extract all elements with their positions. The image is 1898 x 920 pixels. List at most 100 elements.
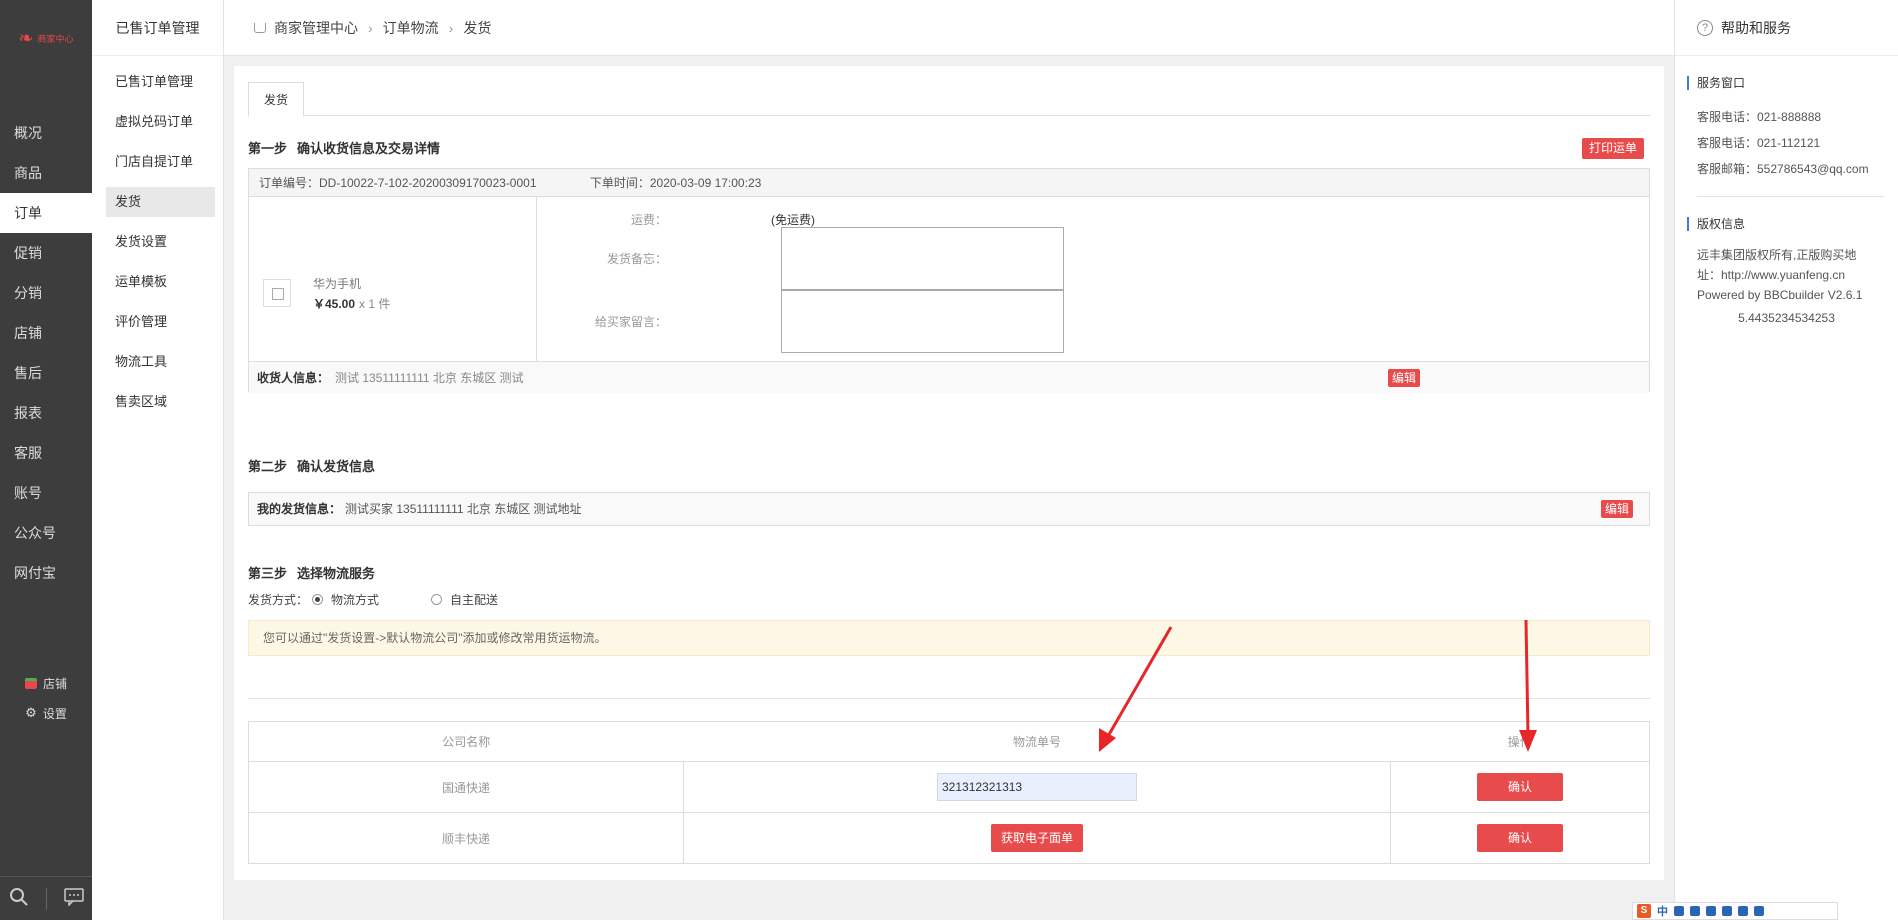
home-icon[interactable] [254,22,266,33]
nav-item-account[interactable]: 账号 [0,473,92,513]
message-textarea[interactable] [781,290,1064,353]
copyright-line-1: 远丰集团版权所有,正版购买地 [1697,248,1857,262]
service-email: 客服邮箱：552786543@qq.com [1697,162,1869,176]
receiver-value: 测试 13511111111 北京 东城区 测试 [335,371,524,385]
tracking-cell: 获取电子面单 [683,812,1391,864]
nav-item-customer-service[interactable]: 客服 [0,433,92,473]
tracking-cell: 321312321313 [683,761,1391,813]
search-icon[interactable] [9,887,29,910]
logo[interactable]: ❧ 商家中心 [0,0,92,76]
service-phone-2: 客服电话：021-112121 [1697,136,1821,150]
table-row: 国通快递 321312321313 确认 [248,761,1650,813]
nav-shop-link[interactable]: 店铺 [0,668,92,698]
nav-item-official-account[interactable]: 公众号 [0,513,92,553]
table-row: 顺丰快递 获取电子面单 确认 [248,812,1650,864]
delivery-method-label: 发货方式： [248,593,309,607]
logistics-notice: 您可以通过"发货设置->默认物流公司"添加或修改常用货运物流。 [248,620,1650,656]
edit-sender-button[interactable]: 编辑 [1601,500,1633,518]
tab-ship[interactable]: 发货 [248,82,304,117]
receiver-label: 收货人信息： [257,371,330,385]
tools-divider [45,887,47,910]
sub-menu-item-sold-orders[interactable]: 已售订单管理 [106,67,215,97]
nav-item-orders[interactable]: 订单 [0,193,92,233]
sub-menu: 已售订单管理 已售订单管理 虚拟兑码订单 门店自提订单 发货 发货设置 运单模板… [92,0,224,920]
sub-menu-item-pickup-orders[interactable]: 门店自提订单 [106,147,215,177]
breadcrumb-item-order-logistics[interactable]: 订单物流 [383,18,439,38]
freight-value: (免运费) [771,213,815,227]
product-quantity: x 1 件 [359,297,391,311]
main-panel: 发货 第一步 确认收货信息及交易详情 打印运单 订单编号：DD-10022-7-1… [234,66,1664,880]
service-title: 服务窗口 [1687,76,1898,90]
nav-settings-link[interactable]: ⚙ 设置 [0,698,92,728]
breadcrumb-item-merchant-center[interactable]: 商家管理中心 [274,18,358,38]
help-panel: ? 帮助和服务 服务窗口 客服电话：021-888888 客服电话：021-11… [1674,0,1898,920]
tab-bar: 发货 [248,82,1650,117]
help-icon: ? [1697,19,1713,36]
edit-receiver-button[interactable]: 编辑 [1388,369,1420,387]
radio-logistics-label[interactable]: 物流方式 [331,591,379,608]
sub-menu-item-sales-area[interactable]: 售卖区域 [106,387,215,417]
order-time: 下单时间：2020-03-09 17:00:23 [589,176,762,190]
sub-menu-item-ship-settings[interactable]: 发货设置 [106,227,215,257]
print-waybill-button[interactable]: 打印运单 [1582,138,1644,159]
sub-menu-item-virtual-orders[interactable]: 虚拟兑码订单 [106,107,215,137]
get-e-waybill-button[interactable]: 获取电子面单 [991,824,1083,852]
help-title: 帮助和服务 [1721,19,1791,36]
radio-self-delivery[interactable] [431,594,443,605]
breadcrumb: 商家管理中心 › 订单物流 › 发货 [224,0,1674,56]
receiver-info: 收货人信息： 测试 13511111111 北京 东城区 测试 [249,361,1649,393]
sub-menu-item-reviews[interactable]: 评价管理 [106,307,215,337]
help-divider [1697,196,1884,197]
nav-item-overview[interactable]: 概况 [0,113,92,153]
help-header[interactable]: ? 帮助和服务 [1675,0,1898,56]
col-tracking: 物流单号 [683,721,1391,762]
col-action: 操作 [1390,721,1650,762]
order-header: 订单编号：DD-10022-7-102-20200309170023-0001 … [249,169,1649,197]
freight-label: 运费： [630,213,667,227]
nav-item-distribution[interactable]: 分销 [0,273,92,313]
ime-toolbar[interactable]: S 中 [1632,902,1838,920]
service-section: 服务窗口 [1675,76,1898,90]
nav-item-store[interactable]: 店铺 [0,313,92,353]
nav-item-aftersale[interactable]: 售后 [0,353,92,393]
confirm-button[interactable]: 确认 [1477,824,1563,852]
nav-item-products[interactable]: 商品 [0,153,92,193]
radio-self-delivery-label[interactable]: 自主配送 [450,591,498,608]
ime-mode: 中 [1657,906,1668,918]
step2-title: 确认发货信息 [297,459,376,474]
step2-label: 第二步 [248,459,288,474]
breadcrumb-chevron-icon: › [368,19,373,36]
sub-menu-item-waybill-template[interactable]: 运单模板 [106,267,215,297]
main-nav: ❧ 商家中心 概况 商品 订单 促销 分销 店铺 售后 报表 客服 账号 公众号… [0,0,92,920]
table-header-row: 公司名称 物流单号 操作 [248,721,1650,762]
product-name[interactable]: 华为手机 [313,275,361,292]
chat-icon[interactable] [63,888,84,909]
order-number: 订单编号：DD-10022-7-102-20200309170023-0001 [259,176,537,190]
copyright-section: 版权信息 [1675,217,1898,231]
sender-info: 我的发货信息： 测试买家 13511111111 北京 东城区 测试地址 [248,492,1650,526]
memo-textarea[interactable] [781,227,1064,290]
version-number: 5.4435234534253 [1738,311,1835,325]
nav-item-promotion[interactable]: 促销 [0,233,92,273]
ime-tools-icon [1754,906,1764,916]
action-cell: 确认 [1390,812,1650,864]
logo-mark-icon: ❧ [18,28,34,48]
tracking-number-input[interactable]: 321312321313 [937,773,1137,801]
ime-keyboard-icon [1722,906,1732,916]
confirm-button[interactable]: 确认 [1477,773,1563,801]
copyright-line-3: Powered by BBCbuilder V2.6.1 [1697,288,1863,302]
radio-logistics[interactable] [312,594,324,605]
sub-menu-item-ship[interactable]: 发货 [106,187,215,217]
nav-item-wangfubao[interactable]: 网付宝 [0,553,92,593]
ime-skin-icon [1738,906,1748,916]
step1-label: 第一步 [248,141,288,156]
section-divider [248,698,1650,699]
sub-menu-list: 已售订单管理 虚拟兑码订单 门店自提订单 发货 发货设置 运单模板 评价管理 物… [92,67,223,417]
col-company: 公司名称 [248,721,684,762]
step1-title: 确认收货信息及交易详情 [297,141,441,156]
sub-menu-item-logistics-tools[interactable]: 物流工具 [106,347,215,377]
order-details: 订单编号：DD-10022-7-102-20200309170023-0001 … [248,168,1650,393]
product-image[interactable] [263,279,291,307]
nav-item-reports[interactable]: 报表 [0,393,92,433]
product-price: ￥45.00 x 1 件 [313,295,390,312]
